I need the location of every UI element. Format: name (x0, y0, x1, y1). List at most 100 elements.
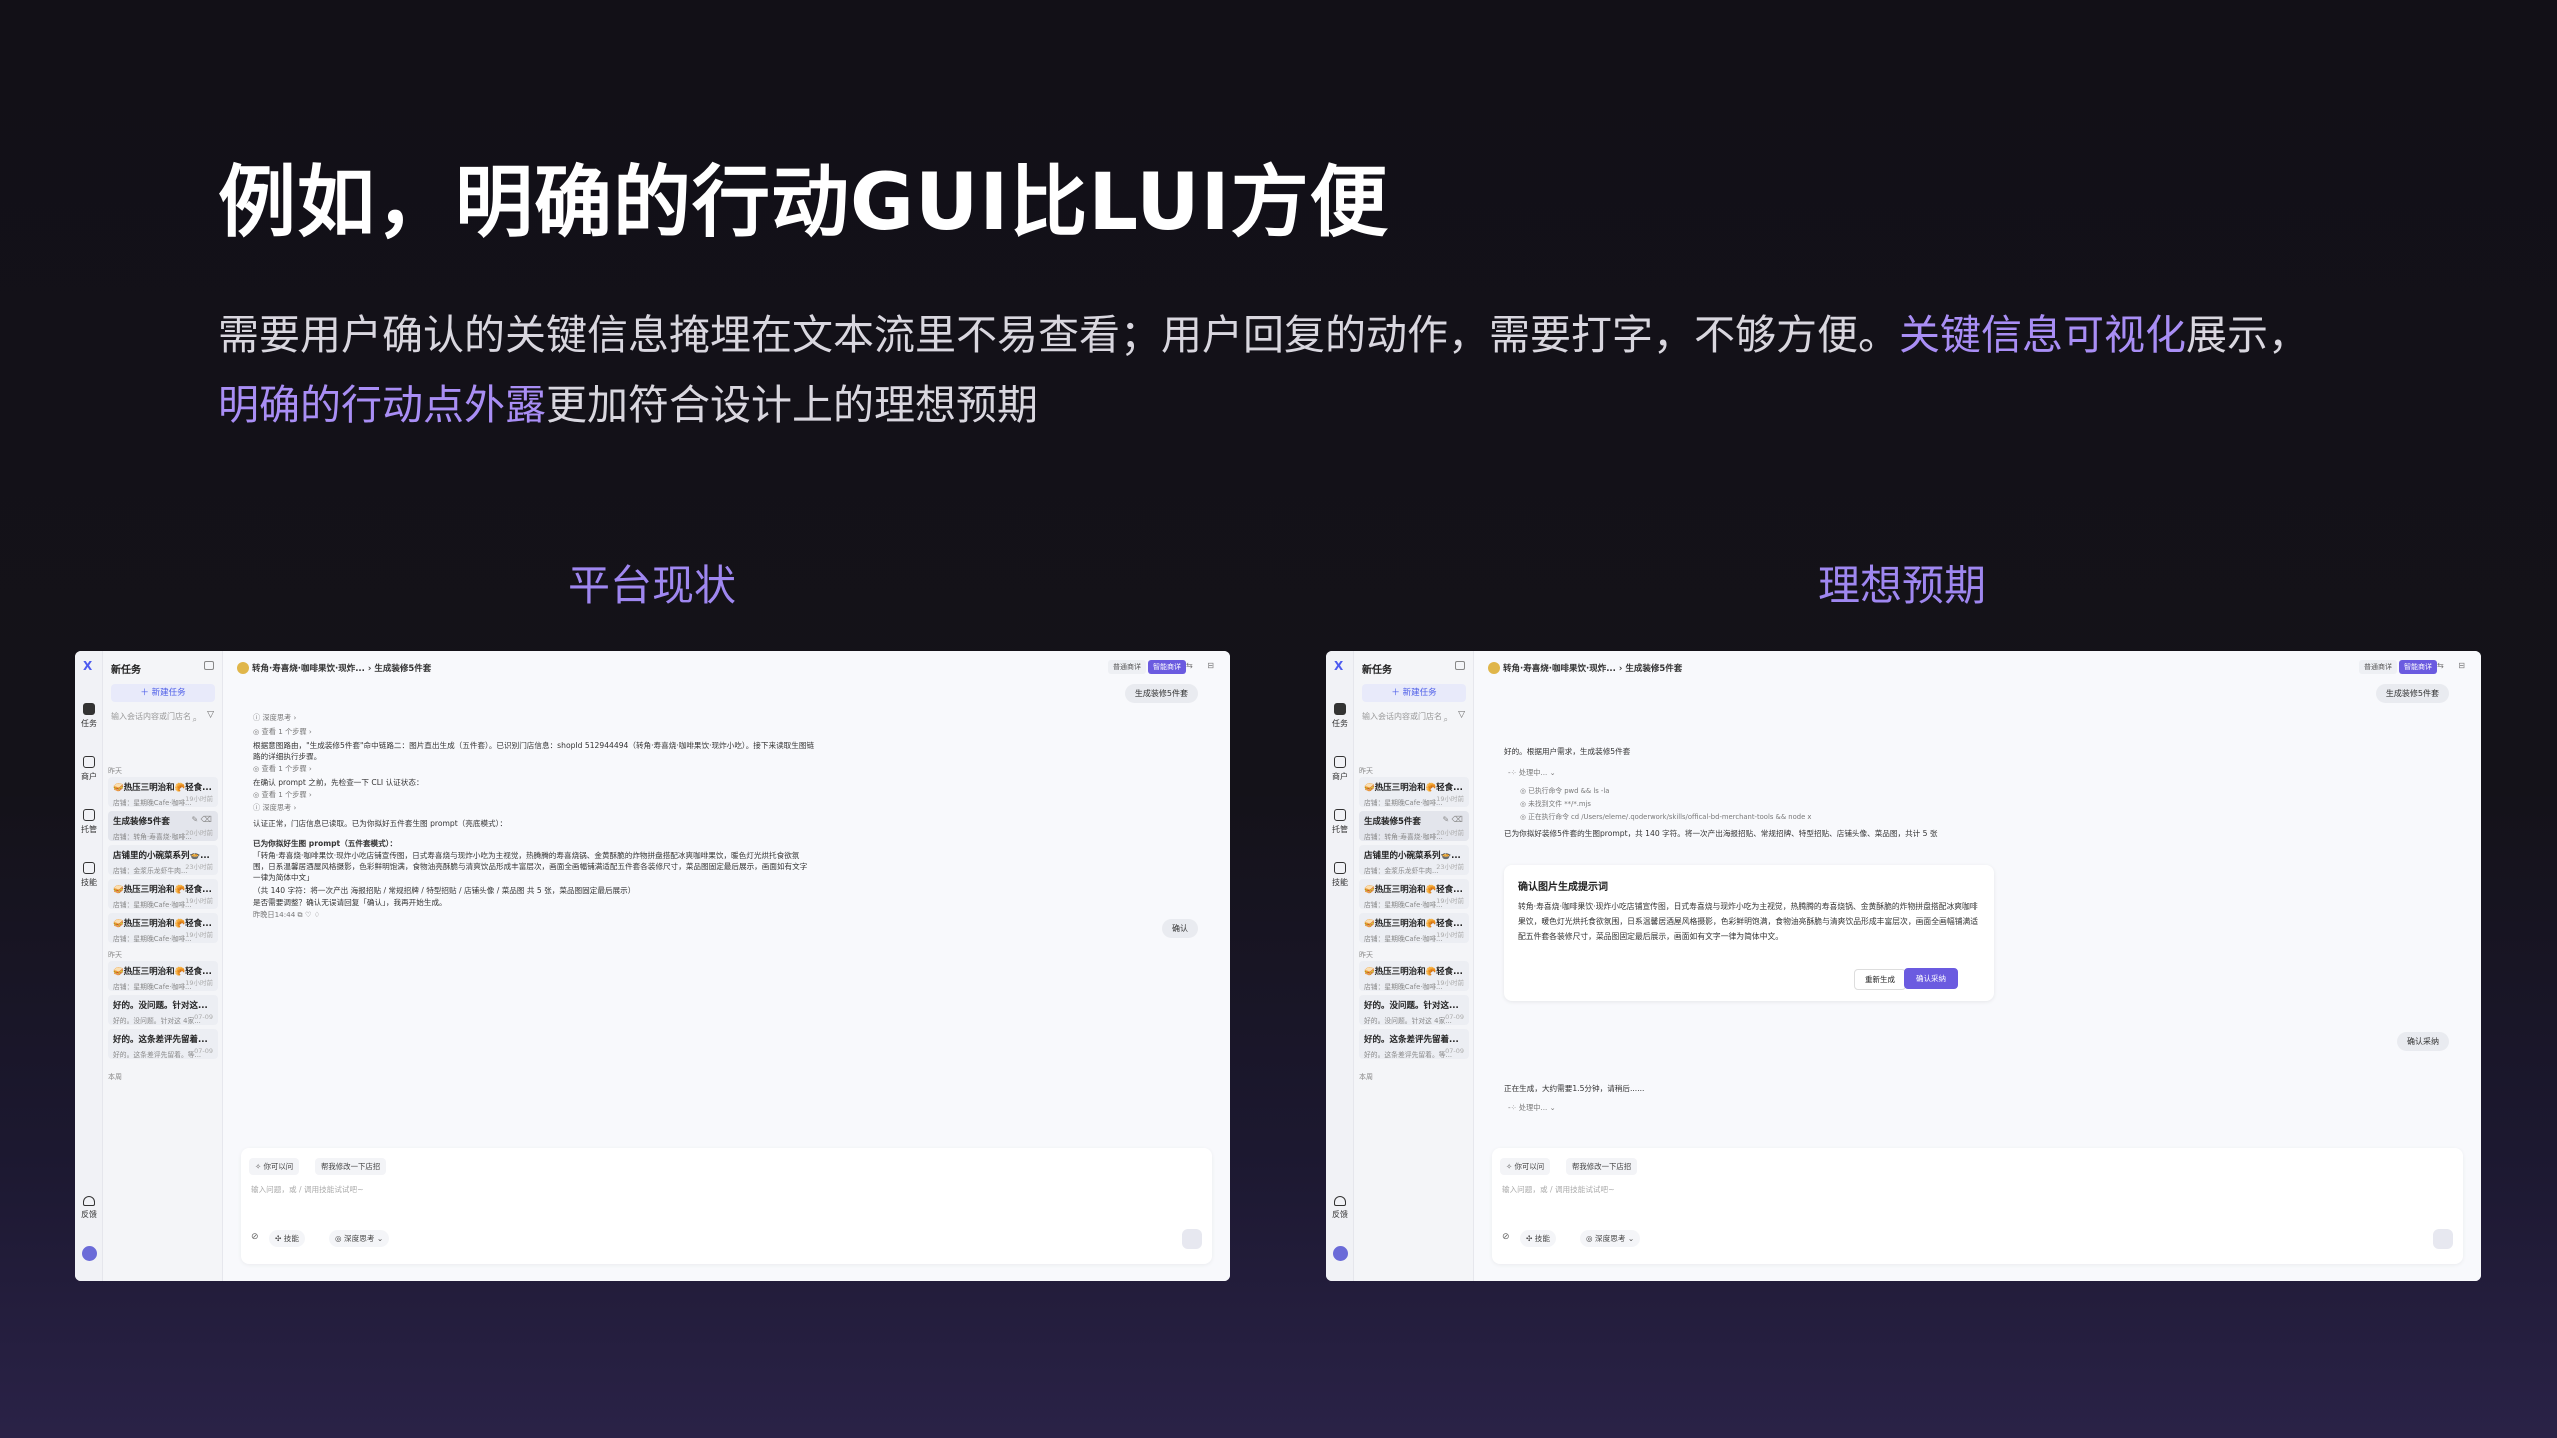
processing-toggle[interactable]: -⁘ 处理中... ⌄ (1508, 1103, 1556, 1113)
deep-think-button[interactable]: ◎ 深度思考 ⌄ (329, 1230, 390, 1247)
list-item-selected[interactable]: 生成装修5件套 店铺：转角·寿喜烧·咖啡... 20小时前 ✎ ⌫ (108, 811, 218, 841)
rail-feedback[interactable]: 反馈 (75, 1196, 103, 1220)
rail-feedback[interactable]: 反馈 (1326, 1196, 1354, 1220)
task-icon (83, 703, 95, 715)
hosting-icon (83, 809, 95, 821)
list-item[interactable]: 好的。没问题。针对这... 好的。没问题。针对这 4家... 07-09 (108, 995, 218, 1025)
suggestion-chip[interactable]: 帮我修改一下店招 (315, 1158, 387, 1175)
task-search-input[interactable]: 输入会话内容或门店名 ⌕ (1362, 709, 1452, 724)
group-earlier: 昨天 (108, 951, 122, 959)
list-item-selected[interactable]: 生成装修5件套 店铺：转角·寿喜烧·咖啡... 20小时前 ✎ ⌫ (1359, 811, 1469, 841)
filter-icon[interactable]: ▽ (1458, 710, 1465, 720)
prompt-text: 一律为简体中文」 (253, 873, 314, 882)
list-item[interactable]: 店铺里的小碗菜系列🍲... 店铺：金浆乐龙虾牛肉... 23小时前 (1359, 845, 1469, 875)
store-icon (1334, 756, 1346, 768)
send-button[interactable] (1182, 1229, 1202, 1249)
user-confirm-message: 确认 (1162, 919, 1198, 938)
user-accept-message: 确认采纳 (2397, 1032, 2449, 1051)
list-item[interactable]: 好的。这条差评先留着... 好的。这条差评先留着。等... 07-09 (1359, 1029, 1469, 1059)
headset-icon (1334, 1196, 1346, 1206)
filter-icon[interactable]: ▽ (207, 710, 214, 720)
rail-merchants[interactable]: 商户 (75, 756, 103, 782)
avatar[interactable] (1333, 1246, 1348, 1261)
deep-think-button[interactable]: ◎ 深度思考 ⌄ (1580, 1230, 1641, 1247)
rail-hosting[interactable]: 托管 (75, 809, 103, 835)
rail-tasks[interactable]: 任务 (1326, 703, 1354, 729)
accept-button[interactable]: 确认采纳 (1904, 968, 1958, 989)
task-sidebar: 新任务 ＋ 新建任务 输入会话内容或门店名 ⌕ ▽ 昨天 🥪热压三明治和🥐轻食..… (1354, 651, 1474, 1281)
avatar[interactable] (82, 1246, 97, 1261)
list-item[interactable]: 店铺里的小碗菜系列🍲... 店铺：金浆乐龙虾牛肉... 23小时前 (108, 845, 218, 875)
chat-input[interactable]: 输入问题，或 / 调用技能试试吧~ (1502, 1184, 1614, 1195)
edit-delete-icon[interactable]: ✎ ⌫ (1442, 815, 1463, 824)
deep-think-toggle[interactable]: ⓘ 深度思考 › (253, 803, 296, 813)
composer: ✧ 你可以问 帮我修改一下店招 输入问题，或 / 调用技能试试吧~ ⊘ ✣ 技能… (1492, 1148, 2463, 1264)
list-item[interactable]: 好的。没问题。针对这... 好的。没问题。针对这 4家... 07-09 (1359, 995, 1469, 1025)
deep-think-toggle[interactable]: ⓘ 深度思考 › (253, 713, 296, 723)
list-item[interactable]: 🥪热压三明治和🥐轻食... 店铺：星期晚Cafe·咖啡... 19小时前 (108, 777, 218, 807)
assistant-text: 根据意图路由，"生成装修5件套"命中链路二：图片直出生成（五件套）。已识别门店信… (253, 741, 815, 750)
edit-delete-icon[interactable]: ✎ ⌫ (191, 815, 212, 824)
list-item[interactable]: 🥪热压三明治和🥐轻食... 店铺：星期晚Cafe·咖啡... 19小时前 (1359, 913, 1469, 943)
mode-switch[interactable]: 普通商详 智能商详 (2357, 660, 2437, 674)
new-task-button[interactable]: ＋ 新建任务 (111, 684, 215, 702)
window-action-icons[interactable]: ⇆ ⊟ (1186, 661, 1220, 670)
list-item[interactable]: 🥪热压三明治和🥐轻食... 店铺：星期晚Cafe·咖啡... 19小时前 (108, 913, 218, 943)
store-icon (83, 756, 95, 768)
headset-icon (83, 1196, 95, 1206)
task-sidebar: 新任务 ＋ 新建任务 输入会话内容或门店名 ⌕ ▽ 昨天 🥪热压三明治和🥐轻食..… (103, 651, 223, 1281)
prompt-text: 「转角·寿喜烧·咖啡果饮·现炸小吃店铺宣传图，日式寿喜烧与现炸小吃为主视觉，热腾… (253, 851, 800, 860)
attach-icon[interactable]: ⊘ (1502, 1232, 1510, 1242)
view-steps-toggle[interactable]: ◎ 查看 1 个步骤 › (253, 727, 312, 737)
user-message: 生成装修5件套 (2375, 684, 2449, 703)
rail-skills[interactable]: 技能 (75, 862, 103, 888)
app-logo-icon: X (83, 659, 93, 673)
label-current-state: 平台现状 (568, 561, 737, 610)
view-steps-toggle[interactable]: ◎ 查看 1 个步骤 › (253, 790, 312, 800)
skills-icon (1334, 862, 1346, 874)
list-item[interactable]: 🥪热压三明治和🥐轻食... 店铺：星期晚Cafe·咖啡... 19小时前 (108, 879, 218, 909)
card-body: 转角·寿喜烧·咖啡果饮·现炸小吃店铺宣传图，日式寿喜烧与现炸小吃为主视觉，热腾腾… (1518, 902, 1979, 941)
assistant-text: （共 140 字符：将一次产出 海报招贴 / 常规招牌 / 特型招贴 / 店铺头… (253, 886, 636, 895)
search-icon: ⌕ (192, 715, 197, 724)
hosting-icon (1334, 809, 1346, 821)
task-search-input[interactable]: 输入会话内容或门店名 ⌕ (111, 709, 201, 724)
list-item[interactable]: 🥪热压三明治和🥐轻食... 店铺：星期晚Cafe·咖啡... 19小时前 (1359, 777, 1469, 807)
assistant-text: 已为你拟好生图 prompt（五件套模式）： (253, 839, 398, 848)
skill-button[interactable]: ✣ 技能 (269, 1230, 305, 1247)
new-task-button[interactable]: ＋ 新建任务 (1362, 684, 1466, 702)
send-button[interactable] (2433, 1229, 2453, 1249)
collapse-sidebar-icon[interactable] (204, 661, 214, 670)
window-action-icons[interactable]: ⇆ ⊟ (2437, 661, 2471, 670)
store-avatar-icon (1488, 662, 1500, 674)
rail-merchants[interactable]: 商户 (1326, 756, 1354, 782)
view-steps-toggle[interactable]: ◎ 查看 1 个步骤 › (253, 764, 312, 774)
assistant-text: 路的详细执行步骤。 (253, 752, 322, 761)
store-avatar-icon (237, 662, 249, 674)
skill-button[interactable]: ✣ 技能 (1520, 1230, 1556, 1247)
slide-description: 需要用户确认的关键信息掩埋在文本流里不易查看；用户回复的动作，需要打字，不够方便… (218, 311, 2309, 429)
rail-tasks[interactable]: 任务 (75, 703, 103, 729)
mode-switch[interactable]: 普通商详 智能商详 (1106, 660, 1186, 674)
list-item[interactable]: 🥪热压三明治和🥐轻食... 店铺：星期晚Cafe·咖啡... 19小时前 (1359, 879, 1469, 909)
list-item[interactable]: 好的。这条差评先留着... 好的。这条差评先留着。等... 07-09 (108, 1029, 218, 1059)
list-item[interactable]: 🥪热压三明治和🥐轻食... 店铺：星期晚Cafe·咖啡... 19小时前 (108, 961, 218, 991)
assistant-text: 认证正常，门店信息已读取。已为你拟好五件套生图 prompt（亮底模式）： (253, 819, 508, 828)
rail-skills[interactable]: 技能 (1326, 862, 1354, 888)
regenerate-button[interactable]: 重新生成 (1854, 969, 1906, 990)
collapse-sidebar-icon[interactable] (1455, 661, 1465, 670)
suggestion-chip[interactable]: 帮我修改一下店招 (1566, 1158, 1638, 1175)
suggestion-label: ✧ 你可以问 (1500, 1158, 1551, 1175)
rail-hosting[interactable]: 托管 (1326, 809, 1354, 835)
message-meta-actions[interactable]: 昨晚日14:44 ⧉ ♡ ♢ (253, 910, 320, 920)
attach-icon[interactable]: ⊘ (251, 1232, 259, 1242)
assistant-text: 在确认 prompt 之前，先检查一下 CLI 认证状态： (253, 778, 424, 787)
icon-rail: X 任务 商户 托管 技能 反馈 (75, 651, 103, 1281)
prompt-confirm-card: 确认图片生成提示词 转角·寿喜烧·咖啡果饮·现炸小吃店铺宣传图，日式寿喜烧与现炸… (1504, 865, 1994, 1001)
search-icon: ⌕ (1443, 715, 1448, 724)
processing-toggle[interactable]: -⁘ 处理中... ⌄ (1508, 768, 1556, 778)
list-item[interactable]: 🥪热压三明治和🥐轻食... 店铺：星期晚Cafe·咖啡... 19小时前 (1359, 961, 1469, 991)
slide-title: 例如，明确的行动GUI比LUI方便 (218, 158, 1389, 248)
chat-input[interactable]: 输入问题，或 / 调用技能试试吧~ (251, 1184, 363, 1195)
group-yesterday: 昨天 (1359, 767, 1373, 775)
